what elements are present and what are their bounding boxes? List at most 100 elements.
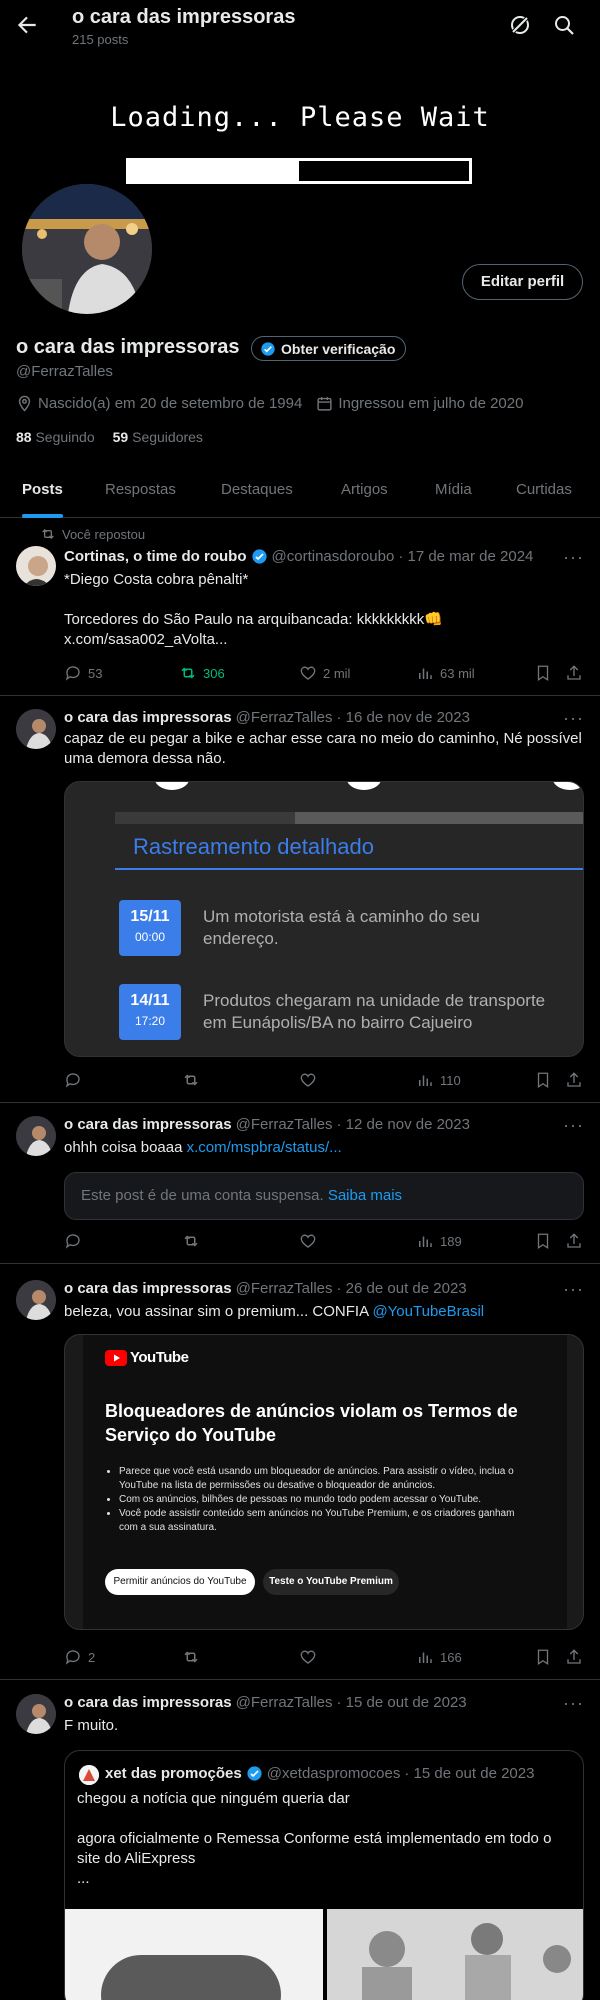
post-item[interactable]: o cara das impressoras @FerrazTalles · 1… — [0, 1104, 600, 1264]
repost-button[interactable] — [182, 1071, 200, 1089]
repost-button[interactable]: 306 — [179, 664, 225, 682]
share-icon[interactable] — [565, 1232, 583, 1250]
author-name[interactable]: Cortinas, o time do roubo — [64, 548, 247, 565]
post-avatar[interactable] — [16, 1116, 56, 1156]
post-actions: 189 — [64, 1232, 584, 1252]
reply-icon — [64, 1648, 82, 1666]
views-button[interactable]: 110 — [416, 1071, 461, 1089]
edit-profile-button[interactable]: Editar perfil — [462, 264, 583, 300]
author-name[interactable]: o cara das impressoras — [64, 1694, 232, 1711]
post-date[interactable]: · 16 de nov de 2023 — [337, 709, 470, 726]
grok-icon[interactable] — [508, 13, 532, 37]
bookmark-icon[interactable] — [534, 664, 552, 682]
bookmark-icon[interactable] — [534, 1232, 552, 1250]
learn-more-link[interactable]: Saiba mais — [328, 1187, 402, 1204]
try-premium-button[interactable]: Teste o YouTube Premium — [263, 1569, 399, 1595]
quoted-post[interactable]: xet das promoções @xetdaspromocoes · 15 … — [64, 1750, 584, 2000]
like-button[interactable] — [299, 1071, 317, 1089]
post-item[interactable]: Você repostou Cortinas, o time do roubo … — [0, 518, 600, 696]
quote-image-2[interactable] — [327, 1909, 583, 2000]
post-item[interactable]: o cara das impressoras @FerrazTalles · 1… — [0, 697, 600, 1103]
like-button[interactable] — [299, 1232, 317, 1250]
post-item[interactable]: o cara das impressoras @FerrazTalles · 2… — [0, 1268, 600, 1680]
author-name[interactable]: o cara das impressoras — [64, 1280, 232, 1297]
repost-indicator: Você repostou — [40, 526, 145, 542]
bookmark-icon[interactable] — [534, 1071, 552, 1089]
views-button[interactable]: 189 — [416, 1232, 462, 1250]
repost-button[interactable] — [182, 1232, 200, 1250]
more-options-icon[interactable]: ··· — [563, 1694, 583, 1718]
tab-replies[interactable]: Respostas — [105, 470, 176, 518]
post-date[interactable]: · 15 de out de 2023 — [337, 1694, 467, 1711]
post-item[interactable]: o cara das impressoras @FerrazTalles · 1… — [0, 1682, 600, 2000]
youtube-title: Bloqueadores de anúncios violam os Termo… — [105, 1401, 518, 1445]
post-link[interactable]: x.com/mspbra/status/... — [187, 1139, 342, 1156]
like-button[interactable] — [299, 1648, 317, 1666]
event-date-badge: 14/11 17:20 — [119, 984, 181, 1040]
like-button[interactable]: 2 mil — [299, 664, 350, 682]
share-icon[interactable] — [565, 1071, 583, 1089]
banner-text: Loading... Please Wait — [110, 102, 490, 133]
more-options-icon[interactable]: ··· — [563, 1280, 583, 1304]
bookmark-icon[interactable] — [534, 1648, 552, 1666]
reply-button[interactable] — [64, 1071, 82, 1089]
post-avatar[interactable] — [16, 546, 56, 586]
tab-articles[interactable]: Artigos — [341, 470, 388, 518]
followers-link[interactable]: 59 Seguidores — [113, 429, 203, 445]
get-verified-button[interactable]: Obter verificação — [251, 336, 407, 361]
author-handle[interactable]: @FerrazTalles — [236, 1280, 333, 1297]
repost-button[interactable] — [182, 1648, 200, 1666]
allow-ads-button[interactable]: Permitir anúncios do YouTube — [105, 1569, 255, 1595]
post-date[interactable]: · 12 de nov de 2023 — [337, 1116, 470, 1133]
share-icon[interactable] — [565, 1648, 583, 1666]
share-icon[interactable] — [565, 664, 583, 682]
post-date[interactable]: · 26 de out de 2023 — [337, 1280, 467, 1297]
author-handle[interactable]: @cortinasdoroubo — [272, 548, 395, 565]
tab-likes[interactable]: Curtidas — [516, 470, 572, 518]
youtube-logo: YouTube — [105, 1349, 189, 1366]
views-icon — [416, 664, 434, 682]
post-header: o cara das impressoras @FerrazTalles · 1… — [64, 709, 470, 726]
tab-posts[interactable]: Posts — [22, 470, 63, 518]
post-header: o cara das impressoras @FerrazTalles · 1… — [64, 1694, 467, 1711]
quote-author-name[interactable]: xet das promoções — [105, 1765, 242, 1782]
post-avatar[interactable] — [16, 709, 56, 749]
following-link[interactable]: 88 Seguindo — [16, 429, 95, 445]
tab-highlights[interactable]: Destaques — [221, 470, 293, 518]
reply-button[interactable]: 2 — [64, 1648, 95, 1666]
author-handle[interactable]: @FerrazTalles — [236, 1694, 333, 1711]
post-text: F muito. — [64, 1717, 119, 1734]
back-arrow-icon[interactable] — [14, 12, 40, 38]
profile-avatar[interactable] — [18, 180, 156, 318]
suspended-notice: Este post é de uma conta suspensa. Saiba… — [64, 1172, 584, 1220]
post-actions: 2 166 — [64, 1648, 584, 1668]
quote-avatar[interactable] — [79, 1765, 99, 1785]
reply-button[interactable]: 53 — [64, 664, 102, 682]
post-avatar[interactable] — [16, 1694, 56, 1734]
views-button[interactable]: 166 — [416, 1648, 462, 1666]
profile-banner: Loading... Please Wait — [0, 50, 600, 195]
search-icon[interactable] — [552, 13, 576, 37]
post-image-youtube[interactable]: YouTube Bloqueadores de anúncios violam … — [64, 1334, 584, 1630]
author-name[interactable]: o cara das impressoras — [64, 709, 232, 726]
more-options-icon[interactable]: ··· — [563, 548, 583, 572]
post-link[interactable]: x.com/sasa002_aVolta... — [64, 630, 584, 650]
tab-media[interactable]: Mídia — [435, 470, 472, 518]
author-name[interactable]: o cara das impressoras — [64, 1116, 232, 1133]
quote-image-1[interactable] — [65, 1909, 323, 2000]
post-image-tracking[interactable]: Rastreamento detalhado 15/11 00:00 Um mo… — [64, 781, 584, 1057]
views-button[interactable]: 63 mil — [416, 664, 475, 682]
post-date[interactable]: · 17 de mar de 2024 — [398, 548, 533, 565]
author-handle[interactable]: @FerrazTalles — [236, 709, 333, 726]
birthdate-text: Nascido(a) em 20 de setembro de 1994 — [38, 395, 303, 412]
quote-date[interactable]: · 15 de out de 2023 — [404, 1765, 534, 1782]
author-handle[interactable]: @FerrazTalles — [236, 1116, 333, 1133]
more-options-icon[interactable]: ··· — [563, 1116, 583, 1140]
mention-link[interactable]: @YouTubeBrasil — [372, 1303, 484, 1320]
quote-author-handle[interactable]: @xetdaspromocoes — [267, 1765, 401, 1782]
youtube-bullets: Parece que você está usando um bloqueado… — [119, 1465, 529, 1535]
post-text: beleza, vou assinar sim o premium... CON… — [64, 1303, 485, 1320]
post-actions: 53 306 2 mil 63 mil — [64, 664, 584, 684]
reply-button[interactable] — [64, 1232, 82, 1250]
post-avatar[interactable] — [16, 1280, 56, 1320]
